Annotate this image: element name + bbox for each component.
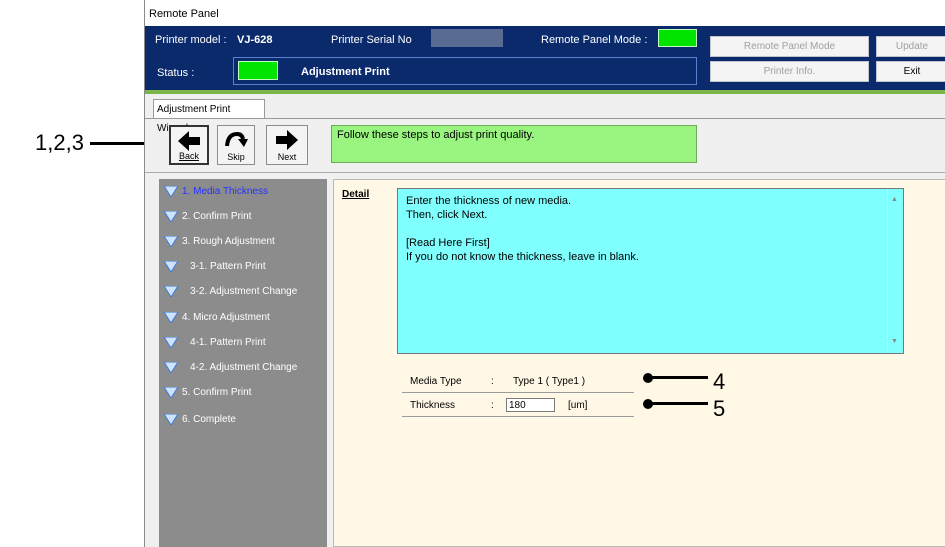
callout-nav-line bbox=[90, 142, 152, 145]
exit-button[interactable]: Exit bbox=[876, 61, 945, 82]
toolbar-divider bbox=[145, 172, 945, 173]
detail-line: Enter the thickness of new media. bbox=[406, 195, 572, 207]
window-title: Remote Panel bbox=[149, 8, 219, 20]
triangle-down-icon bbox=[164, 414, 178, 425]
triangle-down-icon bbox=[164, 362, 178, 373]
skip-curved-arrow-icon bbox=[225, 131, 248, 147]
status-indicator bbox=[238, 61, 278, 80]
printer-model-value: VJ-628 bbox=[237, 34, 273, 46]
tab-divider bbox=[145, 118, 945, 119]
detail-textbox[interactable]: Enter the thickness of new media. Then, … bbox=[397, 188, 904, 354]
back-button[interactable]: Back bbox=[169, 125, 209, 165]
status-value: Adjustment Print bbox=[301, 66, 390, 78]
scroll-down-icon[interactable]: ▼ bbox=[891, 335, 898, 349]
callout-media-type-line bbox=[648, 376, 708, 379]
printer-info-button[interactable]: Printer Info. bbox=[710, 61, 869, 82]
next-label: Next bbox=[277, 152, 297, 162]
serial-label: Printer Serial No bbox=[331, 34, 412, 46]
update-button[interactable]: Update bbox=[876, 36, 945, 57]
thickness-input[interactable] bbox=[506, 398, 555, 412]
thickness-unit: [um] bbox=[568, 400, 588, 411]
detail-line bbox=[406, 222, 895, 236]
thickness-colon: : bbox=[491, 400, 494, 411]
media-type-label: Media Type bbox=[410, 376, 462, 387]
triangle-down-icon bbox=[164, 186, 178, 197]
form-separator bbox=[402, 416, 634, 417]
title-bar: Remote Panel bbox=[145, 0, 945, 26]
remote-mode-label: Remote Panel Mode : bbox=[541, 34, 648, 46]
remote-panel-mode-button[interactable]: Remote Panel Mode bbox=[710, 36, 869, 57]
skip-label: Skip bbox=[227, 152, 245, 162]
thickness-label: Thickness bbox=[410, 400, 456, 411]
arrow-left-icon bbox=[178, 131, 200, 151]
detail-line: Then, click Next. bbox=[406, 209, 488, 221]
header-stripe bbox=[145, 90, 945, 94]
detail-scrollbar[interactable]: ▲ ▼ bbox=[887, 189, 903, 353]
remote-panel-window: Remote Panel Printer model : VJ-628 Prin… bbox=[144, 0, 945, 547]
callout-media-type-label: 4 bbox=[713, 369, 726, 394]
steps-sidebar: 1. Media Thickness 2. Confirm Print 3. R… bbox=[159, 179, 327, 547]
callout-thickness-label: 5 bbox=[713, 396, 726, 421]
status-label: Status : bbox=[157, 67, 195, 79]
arrow-right-icon bbox=[276, 130, 298, 150]
skip-button[interactable]: Skip bbox=[217, 125, 255, 165]
triangle-down-icon bbox=[164, 387, 178, 398]
remote-mode-indicator bbox=[658, 29, 697, 47]
serial-value-box bbox=[431, 29, 503, 47]
back-label: Back bbox=[178, 151, 199, 161]
header-panel: Printer model : VJ-628 Printer Serial No… bbox=[145, 26, 945, 90]
detail-line: [Read Here First] bbox=[406, 237, 490, 249]
triangle-down-icon bbox=[164, 211, 178, 222]
callout-nav-label: 1,2,3 bbox=[35, 130, 84, 155]
tab-adjustment-print-wizard[interactable]: Adjustment Print Wizard bbox=[153, 99, 265, 134]
scroll-up-icon[interactable]: ▲ bbox=[891, 193, 898, 207]
next-button[interactable]: Next bbox=[266, 125, 308, 165]
detail-label: Detail bbox=[342, 189, 370, 200]
media-type-value: Type 1 ( Type1 ) bbox=[513, 376, 586, 387]
instruction-message: Follow these steps to adjust print quali… bbox=[331, 125, 697, 163]
triangle-down-icon bbox=[164, 337, 178, 348]
triangle-down-icon bbox=[164, 312, 178, 323]
printer-model-label: Printer model : bbox=[155, 34, 227, 46]
form-separator bbox=[402, 392, 634, 393]
detail-line: If you do not know the thickness, leave … bbox=[406, 251, 639, 263]
triangle-down-icon bbox=[164, 286, 178, 297]
media-type-colon: : bbox=[491, 376, 494, 387]
callout-thickness-line bbox=[648, 402, 708, 405]
triangle-down-icon bbox=[164, 261, 178, 272]
triangle-down-icon bbox=[164, 236, 178, 247]
